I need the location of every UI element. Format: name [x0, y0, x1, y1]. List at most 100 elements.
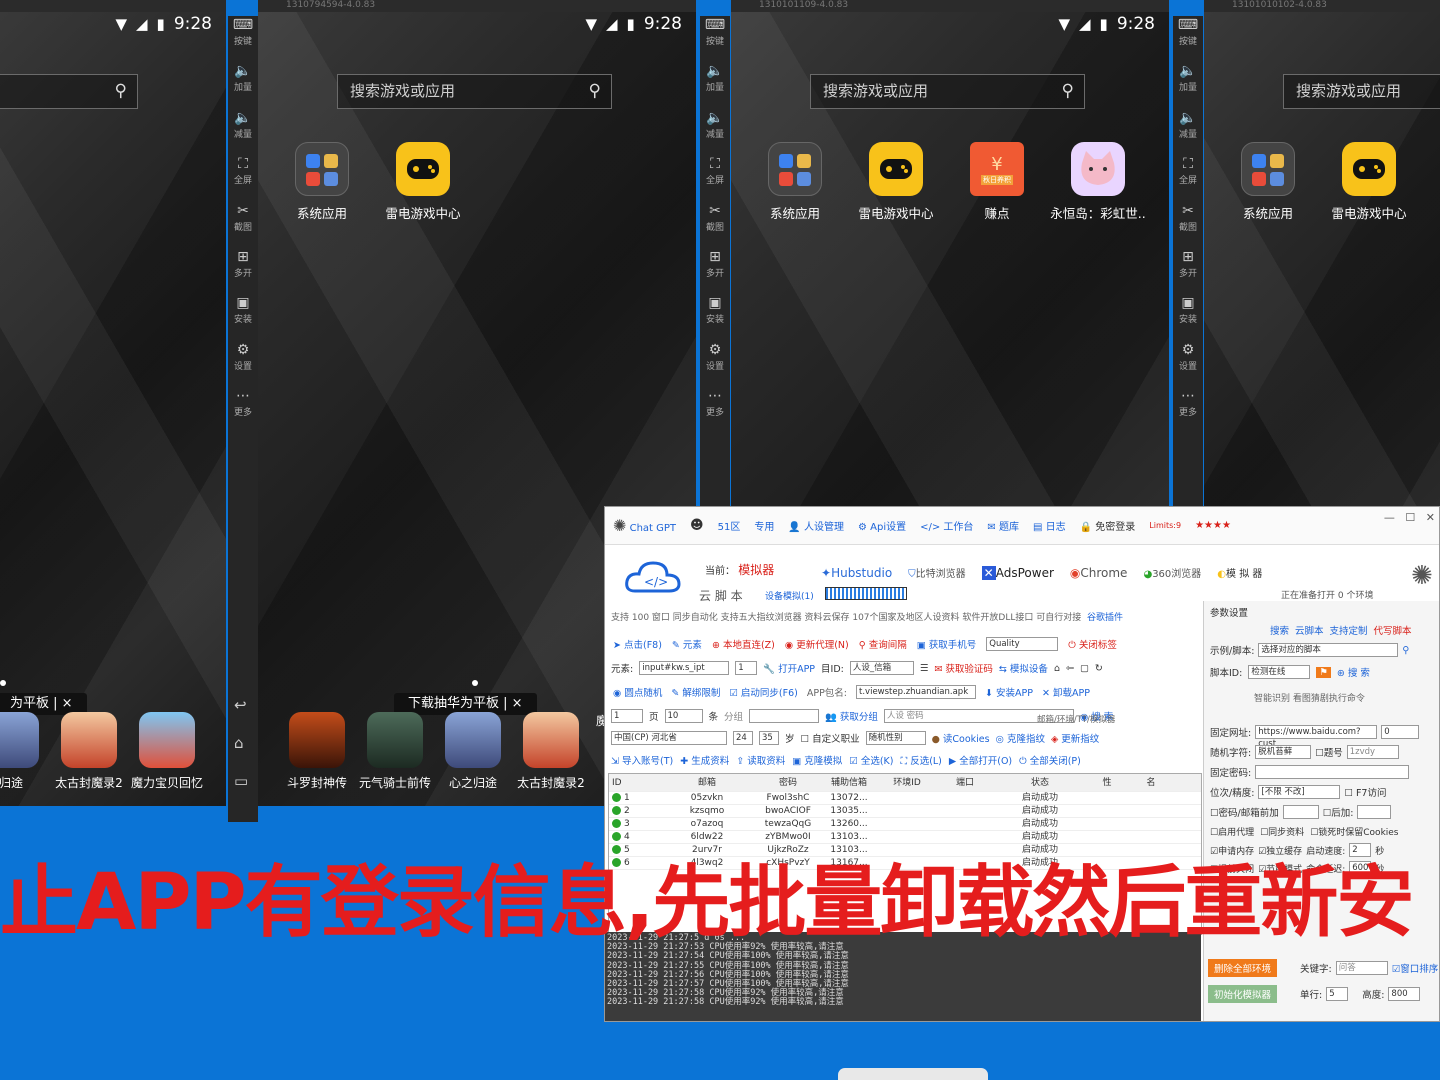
emulator-button[interactable]: ◐模 拟 器	[1217, 565, 1262, 580]
dock-app[interactable]: 太古封魔录2	[50, 712, 128, 791]
taskbar-item[interactable]	[838, 1068, 988, 1080]
random-dot-button[interactable]: ◉ 圆点随机	[613, 685, 662, 699]
menu-log[interactable]: ▤ 日志	[1033, 518, 1066, 533]
app-system[interactable]: 系统应用	[745, 142, 845, 222]
app-system[interactable]: 系统应用	[1218, 142, 1318, 222]
prefix-checkbox[interactable]: ☐密码/邮箱前加	[1210, 805, 1279, 819]
multi-open-button[interactable]: ⊞ 多开	[228, 248, 258, 294]
random-value-input[interactable]: 1zvdy	[1346, 745, 1399, 759]
read-profile-button[interactable]: ⇪ 读取资料	[736, 753, 785, 767]
keymap-button[interactable]: ⌨ 按键	[1173, 16, 1203, 62]
bitbrowser-button[interactable]: ⛉比特浏览器	[908, 565, 966, 580]
app-coin[interactable]: ¥ 秋日养积 赚点	[947, 142, 1047, 222]
get-group-button[interactable]: 👥 获取分组	[825, 709, 878, 723]
link-search[interactable]: 搜索	[1270, 623, 1289, 637]
chatgpt-menu[interactable]: ✺ Chat GPT	[613, 516, 676, 535]
element-index-input[interactable]: 1	[735, 661, 758, 675]
get-code-button[interactable]: ✉ 获取验证码	[934, 661, 993, 675]
fullscreen-button[interactable]: ⛶ 全屏	[228, 155, 258, 201]
uninstall-app-button[interactable]: ✕ 卸载APP	[1042, 685, 1090, 699]
menu-api[interactable]: ⚙ Api设置	[858, 518, 906, 533]
more-button[interactable]: ⋯ 更多	[700, 387, 730, 433]
open-all-button[interactable]: ▶ 全部打开(O)	[949, 753, 1012, 767]
app-cat-island[interactable]: 永恒岛：彩虹世..	[1048, 142, 1148, 222]
home-icon[interactable]: ⌂	[234, 734, 244, 752]
close-all-button[interactable]: ⏻ 全部关闭(P)	[1019, 753, 1081, 767]
local-direct-button[interactable]: ⊕ 本地直连(Z)	[712, 637, 775, 651]
open-app-button[interactable]: 🔧 打开APP	[763, 661, 815, 675]
settings-button[interactable]: ⚙ 设置	[1173, 341, 1203, 387]
menu-questions[interactable]: ✉ 题库	[987, 518, 1019, 533]
prefix-input[interactable]	[1282, 805, 1319, 819]
close-icon[interactable]: ✕	[1426, 511, 1435, 524]
link-custom[interactable]: 支持定制	[1330, 623, 1368, 637]
per-row-input[interactable]: 5	[1326, 987, 1349, 1001]
volume-up-button[interactable]: 🔈 加量	[228, 62, 258, 108]
keyword-input[interactable]: 问答	[1335, 961, 1388, 975]
menu-login[interactable]: 🔒 免密登录	[1080, 518, 1136, 533]
close-tab-button[interactable]: ⏻ 关闭标签	[1068, 637, 1117, 651]
search-input[interactable]: ⚲	[0, 74, 138, 109]
back-outline-icon[interactable]: ⇦	[1066, 663, 1074, 674]
dock-app[interactable]: 归途	[0, 712, 50, 791]
update-fingerprint-button[interactable]: ◈ 更新指纹	[1051, 731, 1099, 745]
keep-cookies-checkbox[interactable]: ☐锁死时保留Cookies	[1310, 825, 1398, 838]
volume-down-button[interactable]: 🔈 减量	[1173, 109, 1203, 155]
volume-down-button[interactable]: 🔈 减量	[228, 109, 258, 155]
keymap-button[interactable]: ⌨ 按键	[700, 16, 730, 62]
fixed-url-input[interactable]: https://www.baidu.com?cust	[1255, 725, 1378, 749]
height-input[interactable]: 800	[1388, 987, 1421, 1001]
page-size-select[interactable]: 10	[664, 709, 703, 723]
search-input[interactable]: 搜索游戏或应用	[1283, 74, 1440, 109]
search-script-button[interactable]: ⊛ 搜 索	[1337, 665, 1370, 679]
adspower-button[interactable]: ✕ AdsPower	[981, 565, 1054, 580]
suffix-checkbox[interactable]: ☐后加:	[1323, 805, 1354, 819]
volume-up-button[interactable]: 🔈 加量	[1173, 62, 1203, 108]
keymap-button[interactable]: ⌨ 按键	[228, 16, 258, 62]
dock-app[interactable]: 太古封魔录2	[512, 712, 590, 791]
search-input[interactable]: 搜索游戏或应用 ⚲	[810, 74, 1085, 109]
app-game-center[interactable]: 雷电游戏中心	[846, 142, 946, 222]
element-button[interactable]: ✎ 元素	[672, 637, 702, 651]
table-row[interactable]: 1 05zvkn Fwol3shC 13072... 启动成功	[609, 792, 1201, 805]
f7-checkbox[interactable]: ☐ F7访问	[1344, 785, 1386, 799]
element-input[interactable]: input#kw.s_ipt	[639, 661, 730, 675]
dock-app[interactable]: 斗罗封神传	[278, 712, 356, 791]
install-button[interactable]: ▣ 安装	[1173, 294, 1203, 340]
clone-fingerprint-button[interactable]: ◎ 克隆指纹	[996, 731, 1045, 745]
url-count-select[interactable]: 0	[1381, 725, 1420, 739]
location-select[interactable]: [不限 不改]	[1258, 785, 1341, 799]
script-select[interactable]: 选择对应的脚本	[1258, 643, 1399, 657]
update-proxy-button[interactable]: ◉ 更新代理(N)	[785, 637, 849, 651]
list-icon[interactable]: ☰	[920, 663, 929, 674]
dock-app[interactable]: 元气骑士前传	[356, 712, 434, 791]
import-accounts-button[interactable]: ⇲ 导入账号(T)	[611, 753, 673, 767]
home-outline-icon[interactable]: ⌂	[1054, 663, 1060, 674]
more-button[interactable]: ⋯ 更多	[228, 387, 258, 433]
search-icon[interactable]: ⚲	[589, 75, 601, 108]
app-game-center[interactable]: 雷电游戏中心	[1319, 142, 1419, 222]
start-sync-button[interactable]: ☑ 启动同步(F6)	[729, 685, 797, 699]
simulate-device-button[interactable]: ⇆ 模拟设备	[999, 661, 1048, 675]
screenshot-button[interactable]: ✂ 截图	[228, 202, 258, 248]
page-select[interactable]: 1	[611, 709, 643, 723]
invert-select-button[interactable]: ⛶ 反选(L)	[901, 753, 942, 767]
script-id-input[interactable]: 检测在线	[1248, 665, 1311, 679]
settings-button[interactable]: ⚙ 设置	[228, 341, 258, 387]
minimize-icon[interactable]: —	[1384, 511, 1395, 524]
dock-app[interactable]: 心之归途	[434, 712, 512, 791]
screenshot-button[interactable]: ✂ 截图	[700, 202, 730, 248]
menu-51[interactable]: 51区	[718, 518, 741, 533]
volume-down-button[interactable]: 🔈 减量	[700, 109, 730, 155]
random-char-select[interactable]: 脱机苔藓	[1255, 745, 1312, 759]
unbind-limit-button[interactable]: ✎ 解绑限制	[671, 685, 720, 699]
recent-apps-icon[interactable]: ▭	[234, 772, 248, 790]
plugin-link[interactable]: 谷歌插件	[1087, 610, 1123, 623]
refresh-icon[interactable]: ↻	[1095, 663, 1103, 674]
app-system[interactable]: 系统应用	[272, 142, 372, 222]
persona-mailbox-input[interactable]: 人设_信箱	[849, 661, 914, 675]
cache-checkbox[interactable]: ☑独立缓存	[1258, 844, 1302, 857]
memory-checkbox[interactable]: ☑申请内存	[1210, 844, 1254, 857]
get-phone-button[interactable]: ▣ 获取手机号	[917, 637, 977, 651]
settings-button[interactable]: ⚙ 设置	[700, 341, 730, 387]
